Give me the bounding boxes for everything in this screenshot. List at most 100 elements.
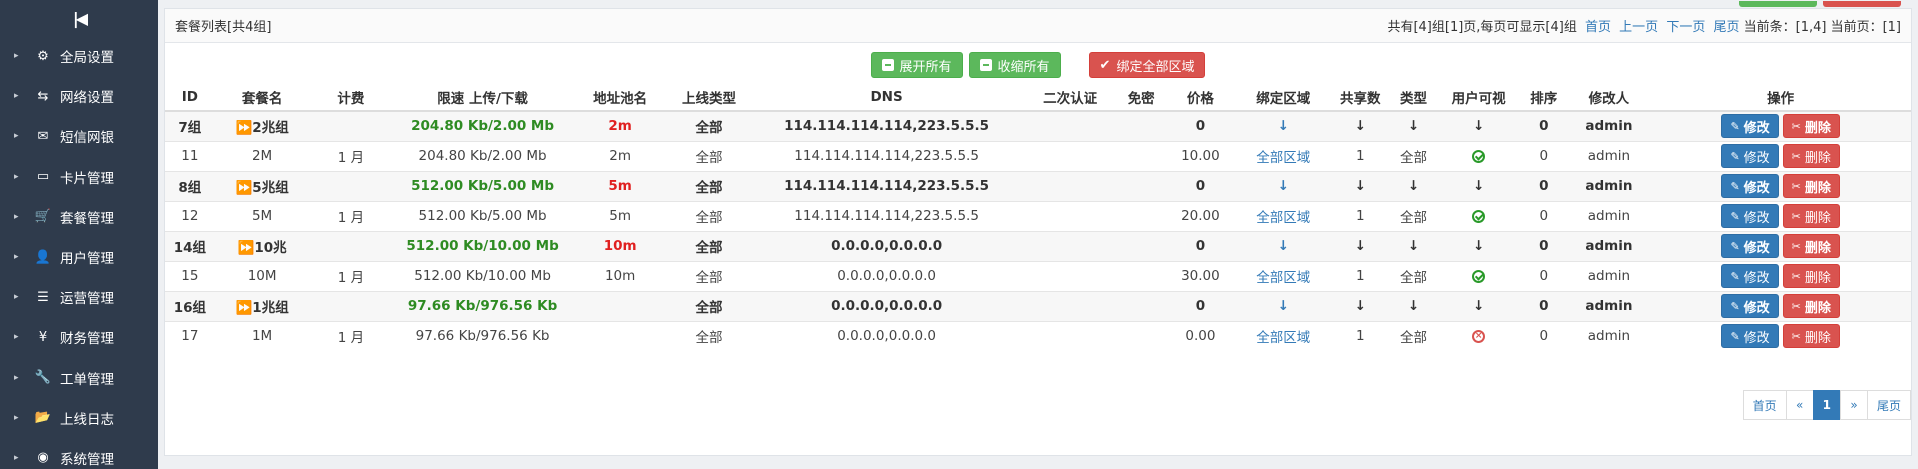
expand-all-button[interactable]: 展开所有 bbox=[870, 52, 963, 78]
cell-dns: 0.0.0.0,0.0.0.0 bbox=[750, 260, 1023, 291]
cell-name: 5M bbox=[214, 200, 310, 231]
cell-speed: 204.80 Kb/2.00 Mb bbox=[392, 110, 573, 141]
region-link[interactable]: 全部区域 bbox=[1256, 210, 1310, 226]
cell-id: 8组 bbox=[165, 170, 215, 201]
arrow-down-icon: ↓ bbox=[1407, 238, 1420, 254]
delete-button[interactable]: ✂ 删除 bbox=[1782, 294, 1840, 318]
pager-last-link[interactable]: 尾页 bbox=[1713, 20, 1739, 35]
arrow-down-icon[interactable]: ↓ bbox=[1278, 118, 1289, 134]
sidebar-item-4[interactable]: ▸ 🛒 套餐管理 bbox=[0, 197, 158, 237]
edit-button[interactable]: ✎ 修改 bbox=[1721, 234, 1779, 258]
delete-button[interactable]: ✂ 删除 bbox=[1782, 144, 1840, 168]
cell-online: 全部 bbox=[667, 110, 751, 141]
sidebar-item-7[interactable]: ▸ ¥ 财务管理 bbox=[0, 317, 158, 357]
delete-label: 删除 bbox=[1804, 120, 1831, 136]
user-icon: 👤 bbox=[34, 249, 52, 265]
cell-id: 17 bbox=[165, 320, 215, 351]
cell-sort: 0 bbox=[1520, 170, 1568, 201]
edit-button[interactable]: ✎ 修改 bbox=[1721, 114, 1779, 139]
edit-button[interactable]: ✎ 修改 bbox=[1721, 204, 1779, 228]
pagination-current[interactable]: 1 bbox=[1812, 390, 1841, 420]
sidebar-item-8[interactable]: ▸ 🔧 工单管理 bbox=[0, 358, 158, 398]
top-red-button-edge[interactable] bbox=[1823, 1, 1901, 7]
sidebar-item-10[interactable]: ▸ ◉ 系统管理 bbox=[0, 438, 158, 469]
pagination-next[interactable]: » bbox=[1839, 390, 1868, 420]
pagination-last[interactable]: 尾页 bbox=[1866, 390, 1911, 420]
row-actions: ✎ 修改 ✂ 删除 bbox=[1650, 294, 1911, 318]
sidebar-item-2[interactable]: ▸ ✉ 短信网银 bbox=[0, 116, 158, 156]
scissors-icon: ✂ bbox=[1791, 299, 1801, 313]
column-header: 修改人 bbox=[1567, 83, 1651, 112]
pagination-first[interactable]: 首页 bbox=[1742, 390, 1787, 420]
edit-button[interactable]: ✎ 修改 bbox=[1721, 144, 1779, 168]
cell-share: ↓ bbox=[1330, 290, 1390, 321]
scissors-icon: ✂ bbox=[1791, 149, 1801, 163]
collapse-icon[interactable]: |◀ bbox=[0, 0, 158, 36]
bind-all-regions-button[interactable]: ✔ 绑定全部区域 bbox=[1088, 52, 1206, 78]
delete-button[interactable]: ✂ 删除 bbox=[1782, 264, 1840, 288]
collapse-all-button[interactable]: 收缩所有 bbox=[968, 52, 1061, 78]
cell-actions: ✎ 修改 ✂ 删除 bbox=[1650, 320, 1911, 351]
arrow-down-icon: ↓ bbox=[1473, 238, 1485, 254]
delete-button[interactable]: ✂ 删除 bbox=[1782, 204, 1840, 228]
edit-label: 修改 bbox=[1743, 210, 1770, 226]
sidebar-item-9[interactable]: ▸ 📂 上线日志 bbox=[0, 398, 158, 438]
cell-pool bbox=[572, 290, 668, 321]
cell-nopwd bbox=[1117, 170, 1165, 201]
cell-speed: 97.66 Kb/976.56 Kb bbox=[392, 290, 573, 321]
sidebar-item-3[interactable]: ▸ ▭ 卡片管理 bbox=[0, 157, 158, 197]
edit-button[interactable]: ✎ 修改 bbox=[1721, 264, 1779, 288]
cell-id: 14组 bbox=[165, 230, 215, 261]
cell-editor: admin bbox=[1567, 110, 1651, 141]
arrow-down-icon[interactable]: ↓ bbox=[1278, 298, 1289, 314]
top-green-button-edge[interactable] bbox=[1739, 1, 1817, 7]
caret-right-icon: ▸ bbox=[14, 332, 19, 343]
delete-label: 删除 bbox=[1804, 270, 1831, 286]
delete-button[interactable]: ✂ 删除 bbox=[1782, 174, 1840, 198]
pagination-prev[interactable]: « bbox=[1785, 390, 1814, 420]
list-icon: ☰ bbox=[37, 289, 49, 305]
region-link[interactable]: 全部区域 bbox=[1256, 330, 1310, 346]
arrow-down-icon: ↓ bbox=[1407, 178, 1420, 194]
main-panel: 套餐列表[共4组] 共有[4]组[1]页,每页可显示[4]组 首页 上一页 下一… bbox=[164, 1, 1912, 456]
pager-current: 当前条：[1,4] 当前页：[1] bbox=[1743, 20, 1901, 35]
check-circle-icon bbox=[1472, 269, 1486, 283]
edit-button[interactable]: ✎ 修改 bbox=[1721, 174, 1779, 198]
sidebar-item-6[interactable]: ▸ ☰ 运营管理 bbox=[0, 277, 158, 317]
cell-online: 全部 bbox=[667, 170, 751, 201]
cell-visible: ↓ bbox=[1437, 290, 1521, 321]
cell-sort: 0 bbox=[1520, 230, 1568, 261]
cell-price: 0 bbox=[1164, 230, 1236, 261]
region-link[interactable]: 全部区域 bbox=[1256, 150, 1310, 166]
cell-nopwd bbox=[1117, 110, 1165, 141]
region-link[interactable]: 全部区域 bbox=[1256, 270, 1310, 286]
cell-sort: 0 bbox=[1520, 320, 1568, 351]
check-circle-icon bbox=[1472, 209, 1486, 223]
pagination: 首页 « 1 » 尾页 bbox=[1742, 390, 1911, 420]
cell-price: 0 bbox=[1164, 290, 1236, 321]
sidebar-item-1[interactable]: ▸ ⇆ 网络设置 bbox=[0, 76, 158, 116]
cell-online: 全部 bbox=[667, 140, 751, 171]
cell-auth2 bbox=[1022, 260, 1118, 291]
pager-first-link[interactable]: 首页 bbox=[1585, 20, 1611, 35]
cell-nopwd bbox=[1117, 140, 1165, 171]
delete-button[interactable]: ✂ 删除 bbox=[1782, 324, 1840, 349]
table-row: 11 2M 1 月 204.80 Kb/2.00 Mb 2m 全部 114.114.114.… bbox=[165, 140, 1911, 171]
sidebar-item-0[interactable]: ▸ ⚙ 全局设置 bbox=[0, 36, 158, 76]
cell-type: ↓ bbox=[1389, 230, 1438, 261]
delete-button[interactable]: ✂ 删除 bbox=[1782, 234, 1840, 258]
pager-next-link[interactable]: 下一页 bbox=[1666, 20, 1705, 35]
cell-billing bbox=[309, 110, 393, 141]
cell-auth2 bbox=[1022, 140, 1118, 171]
column-header: 限速 上传/下载 bbox=[392, 83, 573, 112]
cell-share: ↓ bbox=[1330, 110, 1390, 141]
sidebar-item-5[interactable]: ▸ 👤 用户管理 bbox=[0, 237, 158, 277]
pager-prev-link[interactable]: 上一页 bbox=[1619, 20, 1658, 35]
arrow-down-icon[interactable]: ↓ bbox=[1278, 178, 1289, 194]
edit-button[interactable]: ✎ 修改 bbox=[1721, 324, 1779, 349]
arrow-down-icon[interactable]: ↓ bbox=[1278, 238, 1289, 254]
delete-button[interactable]: ✂ 删除 bbox=[1782, 114, 1840, 139]
caret-right-icon: ▸ bbox=[14, 412, 19, 423]
edit-button[interactable]: ✎ 修改 bbox=[1721, 294, 1779, 318]
arrow-down-icon: ↓ bbox=[1407, 298, 1420, 314]
